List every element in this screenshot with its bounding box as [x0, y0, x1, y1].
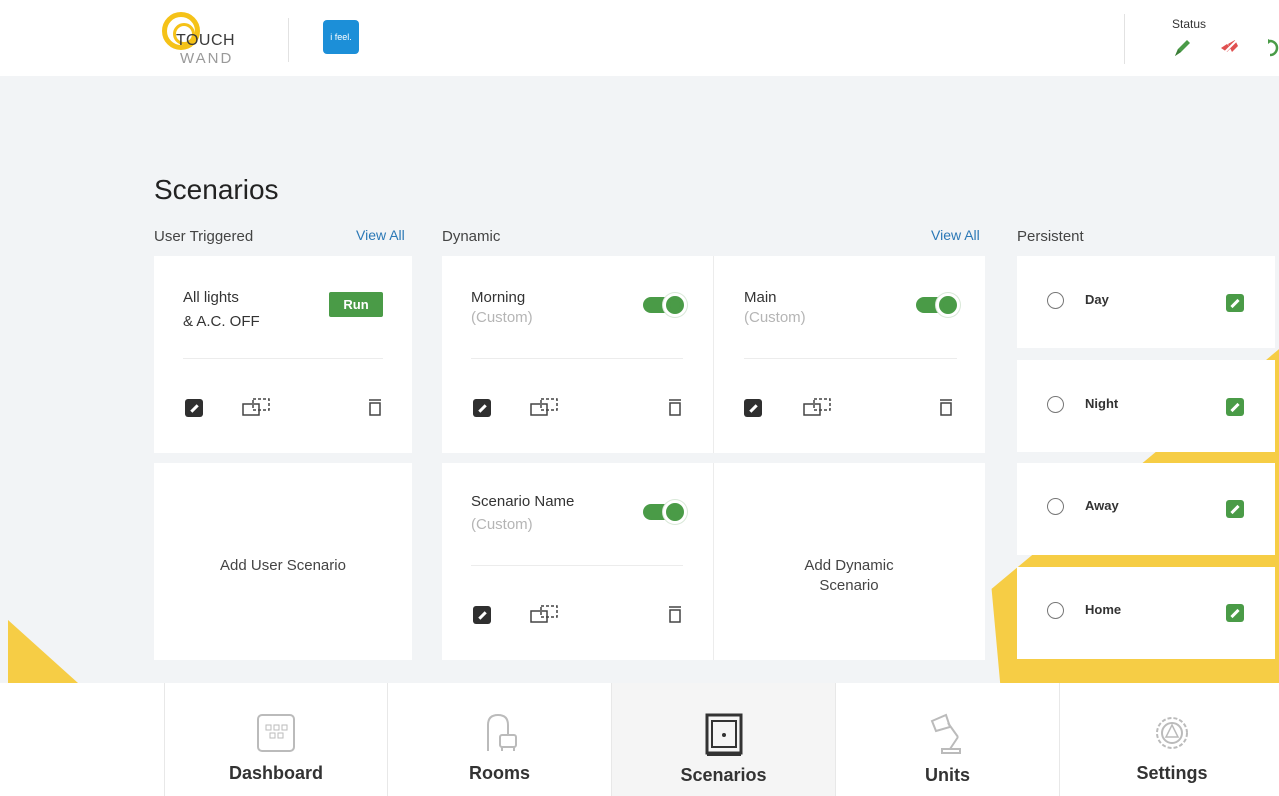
nav-item-dashboard[interactable]: Dashboard [164, 683, 388, 796]
section-label-persistent: Persistent [1017, 228, 1084, 245]
dynamic-scenario-card-morning[interactable]: Morning (Custom) [442, 256, 713, 453]
edit-icon[interactable] [1226, 294, 1244, 312]
scenario-title: Main [744, 289, 777, 306]
edit-icon[interactable] [1226, 604, 1244, 622]
section-label-dynamic: Dynamic [442, 228, 501, 245]
dynamic-scenario-card-main[interactable]: Main (Custom) [713, 256, 985, 453]
edit-icon[interactable] [185, 399, 203, 417]
dynamic-scenario-card-scenario-name[interactable]: Scenario Name (Custom) [442, 463, 713, 660]
page-title: Scenarios [154, 174, 279, 205]
user-scenario-card[interactable]: All lights & A.C. OFF Run [154, 256, 412, 453]
trash-icon[interactable] [666, 605, 684, 623]
nav-label: Dashboard [228, 763, 324, 783]
add-dynamic-scenario-card[interactable]: Add Dynamic Scenario [713, 463, 985, 660]
card-divider [183, 358, 383, 359]
view-all-dynamic-link[interactable]: View All [931, 227, 980, 243]
duplicate-icon[interactable] [803, 398, 833, 416]
nav-item-rooms[interactable]: Rooms [388, 683, 612, 796]
radio-button[interactable] [1047, 498, 1064, 515]
top-header: TOUCH WAND i feel. Status [0, 0, 1279, 76]
trash-icon[interactable] [666, 398, 684, 416]
scenario-subtitle: (Custom) [744, 309, 806, 326]
scenarios-icon [705, 713, 742, 756]
scenario-subtitle: (Custom) [471, 516, 533, 533]
scenario-title: Morning [471, 289, 526, 306]
scenario-title: Scenario Name [471, 493, 575, 510]
radio-button[interactable] [1047, 602, 1064, 619]
run-button[interactable]: Run [329, 292, 383, 317]
edit-icon[interactable] [1226, 398, 1244, 416]
dashboard-icon [257, 714, 295, 752]
edit-icon[interactable] [744, 399, 762, 417]
add-dynamic-line1: Add Dynamic [804, 557, 894, 574]
status-label: Status [1172, 17, 1207, 31]
ifeel-logo: i feel. [323, 20, 359, 54]
bottom-nav: Dashboard Rooms Scenarios Units Settings [0, 683, 1279, 796]
duplicate-icon[interactable] [530, 605, 560, 623]
nav-label: Rooms [468, 763, 530, 783]
add-user-scenario-card[interactable]: Add User Scenario [154, 463, 412, 660]
section-label-user-triggered: User Triggered [154, 228, 254, 245]
logo-text-wand: WAND [180, 50, 234, 67]
header-divider [288, 18, 289, 62]
scenario-title-line1: All lights [183, 289, 239, 306]
persistent-label: Home [1085, 602, 1122, 617]
add-dynamic-line2: Scenario [819, 577, 879, 594]
duplicate-icon[interactable] [530, 398, 560, 416]
trash-icon[interactable] [366, 398, 384, 416]
pencil-icon[interactable] [1172, 38, 1194, 58]
card-divider [471, 358, 683, 359]
persistent-label: Night [1085, 396, 1119, 411]
units-lamp-icon [930, 713, 961, 754]
persistent-item-away[interactable]: Away [1017, 463, 1275, 555]
scenario-toggle[interactable] [643, 293, 687, 317]
persistent-item-day[interactable]: Day [1017, 256, 1275, 348]
persistent-item-home[interactable]: Home [1017, 567, 1275, 659]
status-divider [1124, 14, 1125, 64]
nav-item-settings[interactable]: Settings [1060, 683, 1279, 796]
settings-gear-icon [1156, 717, 1188, 749]
radio-button[interactable] [1047, 396, 1064, 413]
add-dynamic-scenario-label: Add Dynamic Scenario [713, 556, 985, 596]
refresh-icon[interactable] [1262, 38, 1279, 58]
touchwand-logo: TOUCH WAND [162, 12, 262, 68]
view-all-user-link[interactable]: View All [356, 227, 405, 243]
persistent-item-night[interactable]: Night [1017, 360, 1275, 452]
edit-icon[interactable] [473, 399, 491, 417]
card-divider [744, 358, 957, 359]
mute-icon[interactable] [1218, 38, 1240, 58]
duplicate-icon[interactable] [242, 398, 272, 416]
persistent-label: Day [1085, 292, 1109, 307]
edit-icon[interactable] [1226, 500, 1244, 518]
add-user-scenario-label: Add User Scenario [220, 557, 346, 574]
scenario-subtitle: (Custom) [471, 309, 533, 326]
persistent-label: Away [1085, 498, 1119, 513]
nav-label: Scenarios [680, 765, 767, 785]
scenario-title: All lights & A.C. OFF [183, 286, 260, 334]
nav-item-scenarios[interactable]: Scenarios [612, 683, 836, 796]
nav-item-units[interactable]: Units [836, 683, 1060, 796]
trash-icon[interactable] [937, 398, 955, 416]
rooms-icon [486, 713, 517, 751]
scenario-toggle[interactable] [916, 293, 960, 317]
radio-button[interactable] [1047, 292, 1064, 309]
nav-label: Units [925, 765, 970, 785]
nav-label: Settings [1136, 763, 1208, 783]
scenario-title-line2: & A.C. OFF [183, 313, 260, 330]
decor-triangle-left [8, 620, 78, 683]
card-divider [471, 565, 683, 566]
scenario-toggle[interactable] [643, 500, 687, 524]
edit-icon[interactable] [473, 606, 491, 624]
logo-text-touch: TOUCH [176, 32, 236, 49]
